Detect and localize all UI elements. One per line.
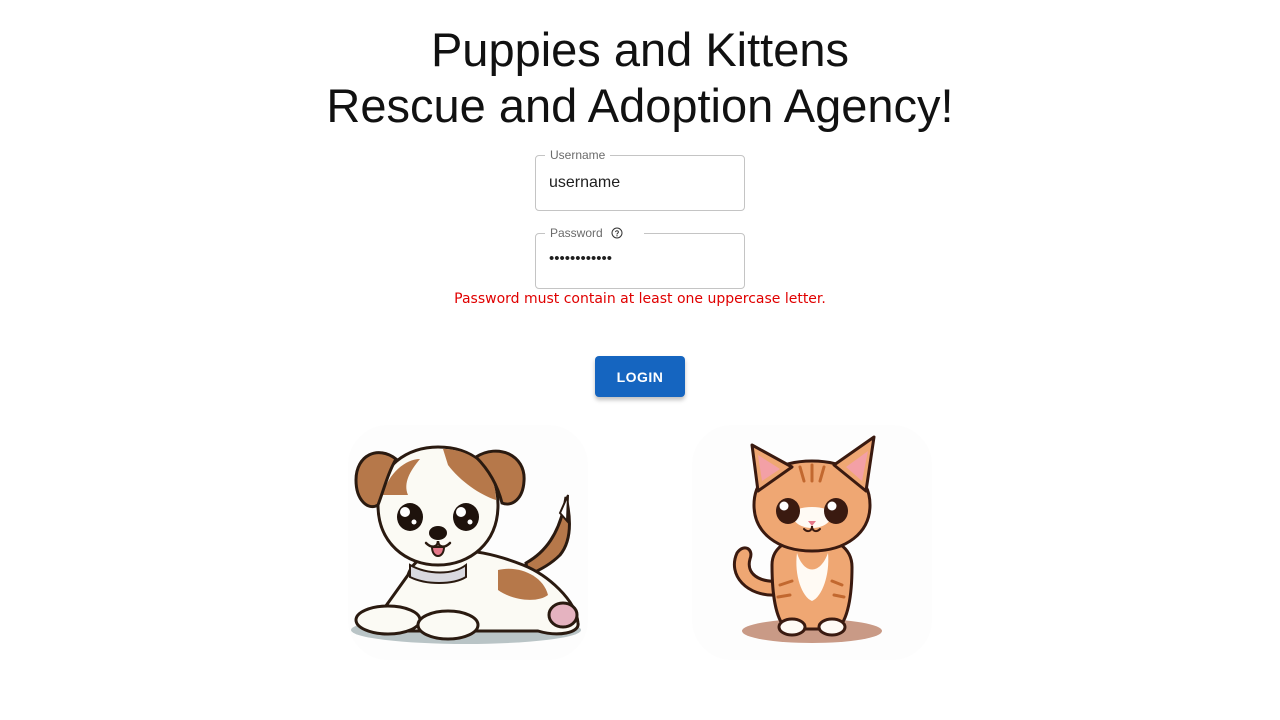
login-button[interactable]: LOGIN bbox=[595, 356, 685, 397]
kitten-illustration bbox=[692, 425, 932, 660]
username-label-text: Username bbox=[550, 148, 606, 162]
help-circle-icon[interactable] bbox=[611, 227, 623, 239]
username-label: Username bbox=[545, 148, 611, 162]
password-label: Password bbox=[545, 226, 644, 240]
puppy-illustration bbox=[348, 425, 588, 660]
page-title: Puppies and Kittens Rescue and Adoption … bbox=[0, 22, 1280, 134]
username-field[interactable]: Username bbox=[535, 148, 745, 211]
page-title-line-1: Puppies and Kittens bbox=[430, 23, 850, 76]
username-input[interactable] bbox=[549, 171, 729, 195]
page-title-line-2: Rescue and Adoption Agency! bbox=[326, 79, 954, 132]
password-error-message: Password must contain at least one upper… bbox=[454, 291, 826, 307]
login-page: Puppies and Kittens Rescue and Adoption … bbox=[0, 0, 1280, 720]
password-label-text: Password bbox=[550, 226, 603, 240]
password-field[interactable]: Password bbox=[535, 226, 745, 289]
password-input[interactable] bbox=[549, 246, 729, 270]
